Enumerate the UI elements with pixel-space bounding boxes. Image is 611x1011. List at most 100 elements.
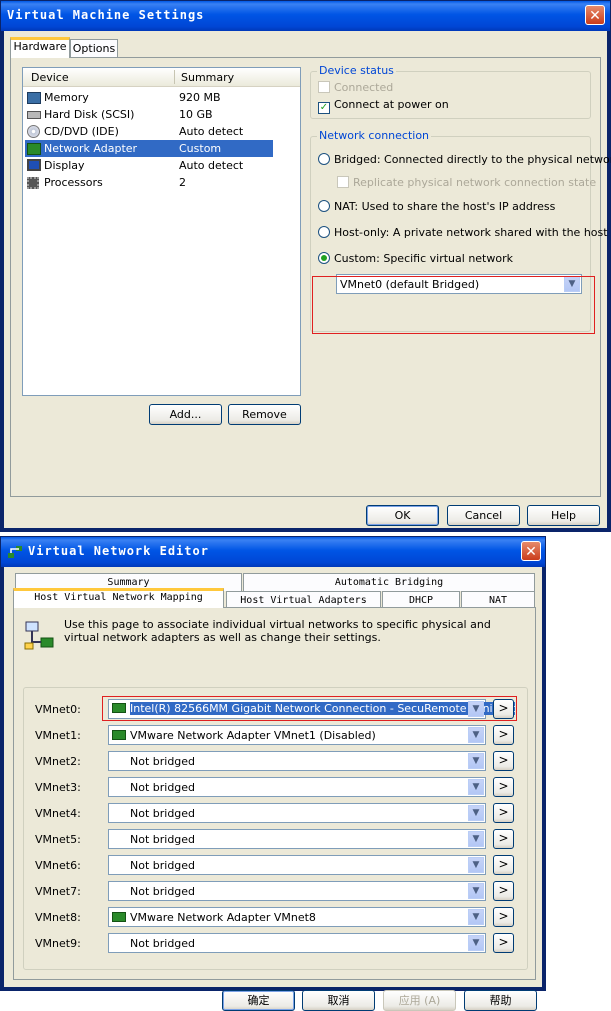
chevron-down-icon[interactable]: ▼ (468, 727, 484, 743)
vmnet8-adapter-value: VMware Network Adapter VMnet8 (112, 911, 316, 924)
tab-options-label: Options (72, 42, 116, 55)
vmnet1-adapter-value: VMware Network Adapter VMnet1 (Disabled) (112, 729, 376, 742)
vm-settings-title: Virtual Machine Settings (7, 8, 205, 22)
vmnet-label: VMnet9: (35, 937, 81, 950)
bridged-radio[interactable]: Bridged: Connected directly to the physi… (318, 153, 611, 166)
mapping-row-vmnet8: VMnet8: VMware Network Adapter VMnet8 ▼ … (24, 907, 527, 927)
display-icon (27, 159, 41, 171)
custom-label: Custom: Specific virtual network (334, 252, 513, 265)
device-row-network-adapter[interactable]: Network Adapter Custom (25, 140, 273, 157)
device-list-header: Device Summary (23, 68, 300, 87)
custom-radio[interactable]: Custom: Specific virtual network (318, 252, 513, 265)
chevron-down-icon[interactable]: ▼ (468, 779, 484, 795)
vmnet3-adapter-select[interactable]: Not bridged ▼ (108, 777, 486, 797)
vmnet-label: VMnet3: (35, 781, 81, 794)
vmnet8-adapter-select[interactable]: VMware Network Adapter VMnet8 ▼ (108, 907, 486, 927)
device-summary: Auto detect (179, 159, 244, 172)
mapping-description: Use this page to associate individual vi… (64, 618, 491, 644)
header-summary[interactable]: Summary (181, 71, 234, 84)
vmnet2-adapter-select[interactable]: Not bridged ▼ (108, 751, 486, 771)
mapping-row-vmnet6: VMnet6: Not bridged ▼ > (24, 855, 527, 875)
vmnet7-more-button[interactable]: > (493, 881, 514, 901)
cancel-button[interactable]: 取消 (302, 990, 375, 1011)
close-icon[interactable]: ✕ (585, 5, 605, 25)
vmnet6-more-button[interactable]: > (493, 855, 514, 875)
close-icon[interactable]: ✕ (521, 541, 541, 561)
remove-button[interactable]: Remove (228, 404, 301, 425)
header-divider (174, 70, 175, 84)
tab-host-virtual-adapters-label: Host Virtual Adapters (240, 595, 367, 606)
vmnet-label: VMnet7: (35, 885, 81, 898)
vm-settings-titlebar[interactable]: Virtual Machine Settings ✕ (1, 1, 610, 31)
device-row-cd-dvd[interactable]: CD/DVD (IDE) Auto detect (25, 123, 273, 140)
vmnet2-more-button[interactable]: > (493, 751, 514, 771)
tab-host-virtual-network-mapping[interactable]: Host Virtual Network Mapping (13, 588, 224, 608)
ok-button[interactable]: OK (366, 505, 439, 526)
adapter-text: Not bridged (130, 885, 196, 898)
header-device[interactable]: Device (31, 71, 69, 84)
checkbox-unchecked (337, 176, 349, 188)
vmnet8-more-button[interactable]: > (493, 907, 514, 927)
help-button[interactable]: 帮助 (464, 990, 537, 1011)
device-name: Hard Disk (SCSI) (44, 108, 135, 121)
chevron-down-icon[interactable]: ▼ (468, 753, 484, 769)
tab-nat-label: NAT (488, 595, 508, 606)
tab-dhcp[interactable]: DHCP (382, 591, 460, 608)
tab-host-virtual-adapters[interactable]: Host Virtual Adapters (226, 591, 381, 608)
vmnet1-adapter-select[interactable]: VMware Network Adapter VMnet1 (Disabled)… (108, 725, 486, 745)
host-only-radio[interactable]: Host-only: A private network shared with… (318, 226, 608, 239)
cancel-button[interactable]: Cancel (447, 505, 520, 526)
vm-settings-window: Virtual Machine Settings ✕ Hardware Opti… (0, 0, 611, 532)
nat-radio[interactable]: NAT: Used to share the host's IP address (318, 200, 555, 213)
help-button[interactable]: Help (527, 505, 600, 526)
vmnet3-more-button[interactable]: > (493, 777, 514, 797)
vmnet-label: VMnet2: (35, 755, 81, 768)
adapter-text: Not bridged (130, 755, 196, 768)
radio-unselected (318, 226, 330, 238)
adapter-text: Not bridged (130, 833, 196, 846)
network-adapter-icon (27, 143, 41, 155)
adapter-text: Not bridged (130, 781, 196, 794)
vmnet4-more-button[interactable]: > (493, 803, 514, 823)
chevron-down-icon[interactable]: ▼ (468, 857, 484, 873)
mapping-panel: Use this page to associate individual vi… (13, 607, 536, 980)
device-row-display[interactable]: Display Auto detect (25, 157, 273, 174)
vmnet9-adapter-select[interactable]: Not bridged ▼ (108, 933, 486, 953)
connected-checkbox: Connected (318, 81, 393, 94)
vn-editor-title: Virtual Network Editor (28, 544, 209, 558)
chevron-down-icon[interactable]: ▼ (468, 935, 484, 951)
vmnet5-more-button[interactable]: > (493, 829, 514, 849)
mapping-row-vmnet5: VMnet5: Not bridged ▼ > (24, 829, 527, 849)
vmnet-label: VMnet4: (35, 807, 81, 820)
vn-editor-titlebar[interactable]: Virtual Network Editor ✕ (1, 537, 545, 567)
device-row-hard-disk[interactable]: Hard Disk (SCSI) 10 GB (25, 106, 273, 123)
vmnet9-more-button[interactable]: > (493, 933, 514, 953)
chevron-down-icon[interactable]: ▼ (468, 883, 484, 899)
mapping-row-vmnet3: VMnet3: Not bridged ▼ > (24, 777, 527, 797)
vmnet4-adapter-select[interactable]: Not bridged ▼ (108, 803, 486, 823)
chevron-down-icon[interactable]: ▼ (468, 831, 484, 847)
tab-options[interactable]: Options (70, 39, 118, 57)
add-button[interactable]: Add... (149, 404, 222, 425)
device-list[interactable]: Device Summary Memory 920 MB Hard Disk (… (22, 67, 301, 396)
bridged-label: Bridged: Connected directly to the physi… (334, 153, 611, 166)
ok-button[interactable]: 确定 (222, 990, 295, 1011)
chevron-down-icon[interactable]: ▼ (468, 909, 484, 925)
mapping-row-vmnet2: VMnet2: Not bridged ▼ > (24, 751, 527, 771)
connect-at-power-on-checkbox[interactable]: ✓ Connect at power on (318, 98, 449, 114)
tab-automatic-bridging-label: Automatic Bridging (334, 577, 444, 588)
device-row-memory[interactable]: Memory 920 MB (25, 89, 273, 106)
tab-hardware[interactable]: Hardware (10, 37, 70, 58)
vmnet1-more-button[interactable]: > (493, 725, 514, 745)
tab-mapping-label: Host Virtual Network Mapping (34, 592, 203, 603)
tab-hardware-label: Hardware (13, 40, 67, 53)
vmnet5-adapter-select[interactable]: Not bridged ▼ (108, 829, 486, 849)
tab-automatic-bridging[interactable]: Automatic Bridging (243, 573, 535, 591)
network-card-icon (112, 912, 126, 922)
vmnet7-adapter-select[interactable]: Not bridged ▼ (108, 881, 486, 901)
device-row-processors[interactable]: Processors 2 (25, 174, 273, 191)
tab-nat[interactable]: NAT (461, 591, 535, 608)
chevron-down-icon[interactable]: ▼ (468, 805, 484, 821)
vmnet6-adapter-select[interactable]: Not bridged ▼ (108, 855, 486, 875)
radio-unselected (318, 200, 330, 212)
